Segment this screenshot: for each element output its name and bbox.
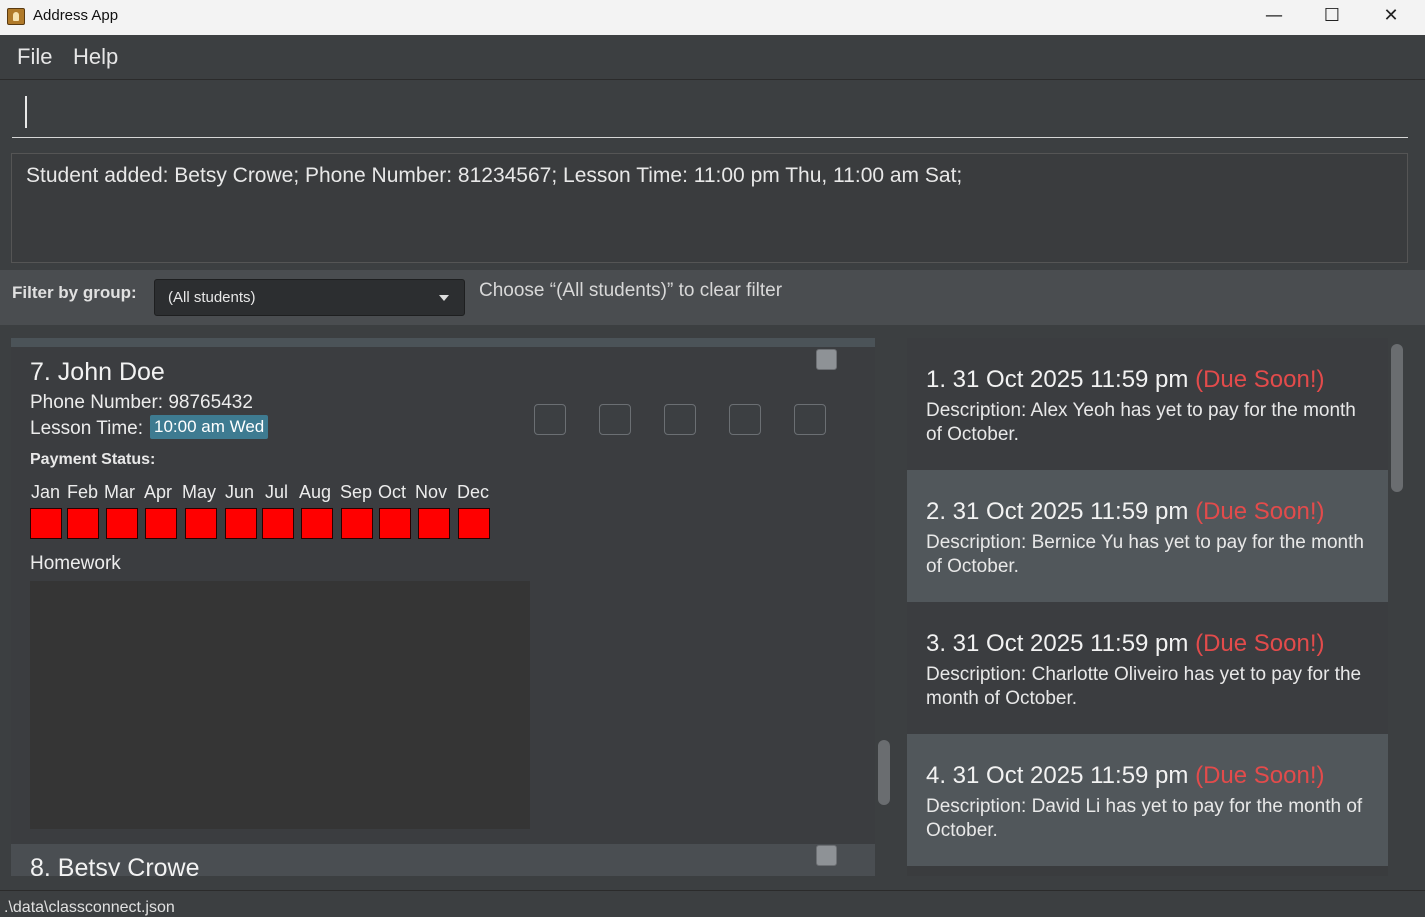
result-display[interactable]: Student added: Betsy Crowe; Phone Number…	[11, 153, 1408, 263]
payment-box-aug[interactable]	[301, 508, 333, 539]
menu-file[interactable]: File	[17, 44, 52, 70]
lesson-time-tag: 10:00 am Wed	[150, 415, 269, 439]
lesson-time-label: Lesson Time:	[30, 418, 143, 439]
menu-help[interactable]: Help	[73, 44, 118, 70]
action-toggle-2[interactable]	[599, 404, 631, 435]
status-bar: .\data\classconnect.json	[0, 890, 1425, 916]
homework-list[interactable]	[30, 581, 530, 829]
command-input[interactable]	[12, 92, 1408, 138]
payment-status-label: Payment Status:	[30, 451, 156, 468]
month-label-jul: Jul	[265, 482, 289, 502]
main-panel: 7. John Doe Phone Number: 98765432 Lesso…	[0, 325, 1425, 890]
window-title: Address App	[33, 7, 119, 24]
filter-bar: Filter by group: (All students) Choose “…	[0, 270, 1425, 325]
due-soon-badge: (Due Soon!)	[1195, 498, 1325, 525]
select-checkbox[interactable]	[816, 845, 837, 866]
payment-box-jun[interactable]	[225, 508, 257, 539]
reminder-description: Description: David Li has yet to pay for…	[926, 796, 1363, 841]
student-name: 7. John Doe	[30, 358, 165, 386]
group-filter-dropdown[interactable]: (All students)	[154, 279, 465, 316]
reminder-list-scrollbar[interactable]	[1391, 344, 1403, 492]
month-label-dec: Dec	[457, 482, 490, 502]
reminder-item[interactable]: 4. 31 Oct 2025 11:59 pm (Due Soon!) Desc…	[907, 734, 1388, 866]
payment-box-mar[interactable]	[106, 508, 138, 539]
due-soon-badge: (Due Soon!)	[1195, 630, 1325, 657]
filter-label: Filter by group:	[12, 283, 137, 302]
month-label-may: May	[182, 482, 217, 502]
reminder-item[interactable]: 1. 31 Oct 2025 11:59 pm (Due Soon!) Desc…	[907, 338, 1388, 470]
action-toggle-4[interactable]	[729, 404, 761, 435]
action-toggle-3[interactable]	[664, 404, 696, 435]
filter-hint: Choose “(All students)” to clear filter	[479, 280, 783, 301]
month-label-jan: Jan	[31, 482, 61, 502]
reminder-description: Description: Alex Yeoh has yet to pay fo…	[926, 400, 1356, 445]
student-card[interactable]: 8. Betsy Crowe	[11, 844, 875, 876]
payment-box-may[interactable]	[185, 508, 217, 539]
reminder-heading: 2. 31 Oct 2025 11:59 pm (Due Soon!)	[926, 498, 1324, 526]
reminder-heading: 1. 31 Oct 2025 11:59 pm (Due Soon!)	[926, 366, 1324, 394]
student-card[interactable]: 7. John Doe Phone Number: 98765432 Lesso…	[11, 347, 875, 844]
menu-bar: File Help	[0, 35, 1425, 80]
payment-box-oct[interactable]	[379, 508, 411, 539]
reminder-heading: 4. 31 Oct 2025 11:59 pm (Due Soon!)	[926, 762, 1324, 790]
reminder-deadline: 2. 31 Oct 2025 11:59 pm	[926, 498, 1189, 525]
student-list[interactable]: 7. John Doe Phone Number: 98765432 Lesso…	[11, 338, 875, 876]
homework-label: Homework	[30, 553, 121, 574]
data-file-path: .\data\classconnect.json	[4, 899, 175, 916]
chevron-down-icon	[439, 295, 449, 301]
student-list-scrollbar[interactable]	[878, 740, 890, 805]
reminder-description: Description: Charlotte Oliveiro has yet …	[926, 664, 1362, 709]
student-name: 8. Betsy Crowe	[30, 854, 200, 876]
month-label-aug: Aug	[299, 482, 332, 502]
window-titlebar: Address App — ☐ ✕	[0, 0, 1425, 35]
app-icon	[7, 8, 25, 25]
month-label-jun: Jun	[225, 482, 255, 502]
reminder-heading: 3. 31 Oct 2025 11:59 pm (Due Soon!)	[926, 630, 1324, 658]
payment-box-apr[interactable]	[145, 508, 177, 539]
month-label-nov: Nov	[415, 482, 448, 502]
text-caret	[25, 96, 27, 128]
month-label-mar: Mar	[104, 482, 135, 502]
reminder-item[interactable]: 3. 31 Oct 2025 11:59 pm (Due Soon!) Desc…	[907, 602, 1388, 734]
payment-box-sep[interactable]	[341, 508, 373, 539]
reminder-item[interactable]: 2. 31 Oct 2025 11:59 pm (Due Soon!) Desc…	[907, 470, 1388, 602]
payment-box-dec[interactable]	[458, 508, 490, 539]
maximize-button[interactable]: ☐	[1303, 0, 1361, 35]
minimize-button[interactable]: —	[1245, 0, 1303, 35]
reminder-description: Description: Bernice Yu has yet to pay f…	[926, 532, 1364, 577]
payment-box-feb[interactable]	[67, 508, 99, 539]
result-display-wrapper: Student added: Betsy Crowe; Phone Number…	[0, 146, 1425, 270]
reminder-list[interactable]: 1. 31 Oct 2025 11:59 pm (Due Soon!) Desc…	[907, 338, 1388, 876]
payment-box-jul[interactable]	[262, 508, 294, 539]
reminder-deadline: 4. 31 Oct 2025 11:59 pm	[926, 762, 1189, 789]
student-phone: Phone Number: 98765432	[30, 392, 253, 413]
command-box	[0, 80, 1425, 145]
due-soon-badge: (Due Soon!)	[1195, 762, 1325, 789]
action-toggle-5[interactable]	[794, 404, 826, 435]
select-checkbox[interactable]	[816, 349, 837, 370]
payment-box-jan[interactable]	[30, 508, 62, 539]
month-label-feb: Feb	[67, 482, 99, 502]
reminder-deadline: 3. 31 Oct 2025 11:59 pm	[926, 630, 1189, 657]
month-label-sep: Sep	[340, 482, 373, 502]
reminder-deadline: 1. 31 Oct 2025 11:59 pm	[926, 366, 1189, 393]
month-label-oct: Oct	[378, 482, 407, 502]
close-button[interactable]: ✕	[1362, 0, 1420, 35]
payment-box-nov[interactable]	[418, 508, 450, 539]
month-label-apr: Apr	[144, 482, 173, 502]
due-soon-badge: (Due Soon!)	[1195, 366, 1325, 393]
group-filter-value: (All students)	[168, 289, 256, 306]
previous-card-edge	[11, 338, 875, 347]
action-toggle-1[interactable]	[534, 404, 566, 435]
